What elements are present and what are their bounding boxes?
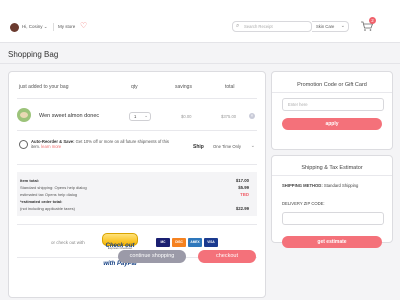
search-icon: ⌕ xyxy=(236,23,240,29)
order-summary: Item total: $17.00 Standard shipping: Op… xyxy=(17,172,257,216)
cart-count-badge: 2 xyxy=(369,17,376,24)
apply-button[interactable]: apply xyxy=(282,118,382,130)
item-savings: $0.00 xyxy=(181,114,192,119)
chevron-down-icon: ⌄ xyxy=(340,23,345,29)
search-placeholder: Search Receipt xyxy=(244,24,273,29)
summary-label[interactable]: estimated tax Opens help dialog xyxy=(20,192,77,197)
promo-title: Promotion Code or Gift Card xyxy=(297,82,367,88)
chevron-down-icon: ⌄ xyxy=(43,24,48,29)
shipping-estimator-title: Shipping & Tax Estimator xyxy=(301,165,363,171)
checkout-button[interactable]: checkout xyxy=(198,250,256,263)
divider xyxy=(272,175,392,176)
mastercard-icon: MC xyxy=(156,238,170,247)
search-input[interactable]: ⌕ Search Receipt xyxy=(232,21,312,32)
quantity-select[interactable]: 1 ⌄ xyxy=(129,112,151,121)
promo-code-placeholder: Enter here xyxy=(288,102,308,107)
paypal-checkout-button[interactable]: Check out with PayPal xyxy=(102,233,138,267)
item-total: $375.00 xyxy=(221,114,237,119)
page: Hi, Cosiny ⌄ My store ♡ ⌕ Search Receipt… xyxy=(0,0,400,300)
shipping-estimator-card: Shipping & Tax Estimator SHIPPING METHOD… xyxy=(271,155,393,248)
chevron-down-icon: ⌄ xyxy=(250,143,255,149)
chevron-down-icon: ⌄ xyxy=(144,113,148,118)
divider xyxy=(53,23,54,31)
page-title: Shopping Bag xyxy=(8,50,59,59)
shipping-method-value: Standard Shipping xyxy=(322,183,359,188)
summary-label: Item total: xyxy=(20,178,40,183)
shipping-method: SHIPPING METHOD: Standard Shipping xyxy=(282,183,358,188)
divider xyxy=(17,98,257,99)
ship-frequency-select[interactable]: One Time Only ⌄ xyxy=(211,142,255,150)
summary-label: (not including applicable taxes) xyxy=(20,206,75,211)
continue-shopping-button[interactable]: continue shopping xyxy=(118,250,186,263)
product-thumbnail[interactable] xyxy=(17,108,31,122)
shipping-method-label: SHIPPING METHOD: xyxy=(282,183,323,188)
promo-card: Promotion Code or Gift Card Enter here a… xyxy=(271,71,393,150)
category-value: Skin Care xyxy=(316,24,335,29)
column-header-qty: qty xyxy=(131,84,138,90)
clock-icon xyxy=(19,140,28,149)
divider xyxy=(17,224,257,225)
zip-code-label: DELIVERY ZIP CODE: xyxy=(282,201,325,206)
category-select[interactable]: Skin Care ⌄ xyxy=(312,21,349,32)
ship-label: Ship xyxy=(193,144,204,150)
get-estimate-button[interactable]: get estimate xyxy=(282,236,382,248)
column-header-savings: savings xyxy=(175,84,192,90)
summary-value: $17.00 xyxy=(235,178,249,183)
ship-frequency-value: One Time Only xyxy=(213,144,241,149)
summary-value: $22.99 xyxy=(235,206,249,211)
top-header: Hi, Cosiny ⌄ My store ♡ ⌕ Search Receipt… xyxy=(0,0,400,43)
bag-card: just added to your bag qty savings total… xyxy=(8,71,266,298)
my-store-link[interactable]: My store xyxy=(58,24,75,29)
summary-value: $5.99 xyxy=(238,185,249,190)
discover-icon: DISC xyxy=(172,238,186,247)
divider xyxy=(0,63,400,64)
summary-label: *estimated order total: xyxy=(20,199,63,204)
column-header-total: total xyxy=(225,84,235,90)
avatar[interactable] xyxy=(10,23,19,32)
divider xyxy=(17,130,257,131)
visa-icon: VISA xyxy=(204,238,218,247)
promo-code-input[interactable]: Enter here xyxy=(282,98,384,111)
divider xyxy=(17,164,257,165)
remove-item-icon[interactable]: × xyxy=(249,113,255,119)
zip-code-input[interactable] xyxy=(282,212,384,225)
auto-reorder-text: Auto-Reorder & Save: Get 10% off or more… xyxy=(31,139,171,149)
greeting-menu[interactable]: Hi, Cosiny ⌄ xyxy=(22,24,48,30)
summary-label[interactable]: Standard shipping: Opens help dialog xyxy=(20,185,87,190)
column-header-item: just added to your bag xyxy=(19,84,69,90)
quantity-value: 1 xyxy=(134,114,137,119)
learn-more-link[interactable]: learn more xyxy=(41,144,61,149)
auto-reorder-section: Auto-Reorder & Save: Get 10% off or more… xyxy=(17,135,257,158)
checkout-with-label: or check out with xyxy=(51,240,85,245)
greeting-text: Hi, Cosiny xyxy=(22,24,43,29)
product-name[interactable]: Wen sweet almon donec xyxy=(39,113,99,119)
heart-icon[interactable]: ♡ xyxy=(80,22,87,30)
amex-icon: AMEX xyxy=(188,238,202,247)
divider xyxy=(272,92,392,93)
summary-value: TBD xyxy=(240,192,249,197)
